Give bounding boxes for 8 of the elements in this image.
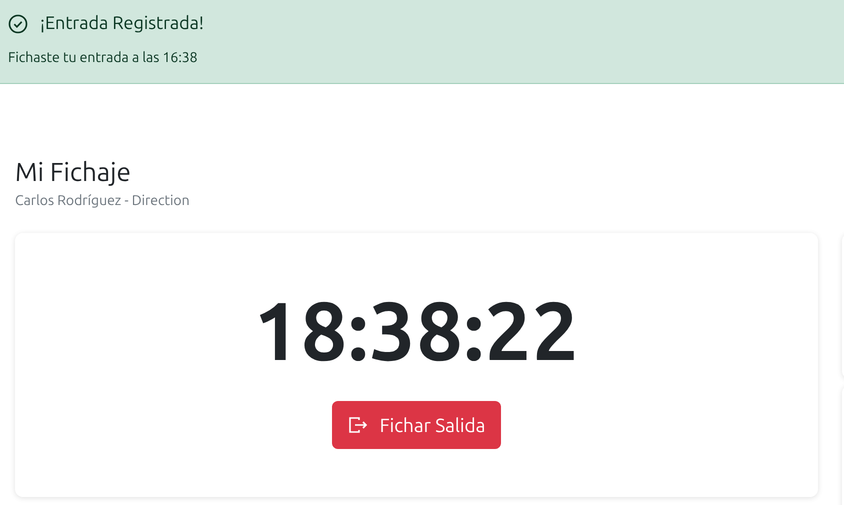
alert-message: Fichaste tu entrada a las 16:38 (8, 48, 199, 67)
check-circle-icon (8, 14, 28, 34)
alert-title: ¡Entrada Registrada! (40, 12, 204, 35)
clock-out-button[interactable]: Fichar Salida (332, 401, 502, 449)
exit-icon (348, 416, 368, 434)
page-title: Mi Fichaje (15, 156, 132, 188)
clock-time: 18:38:22 (254, 284, 580, 378)
page-subtitle: Carlos Rodríguez - Direction (15, 191, 191, 210)
